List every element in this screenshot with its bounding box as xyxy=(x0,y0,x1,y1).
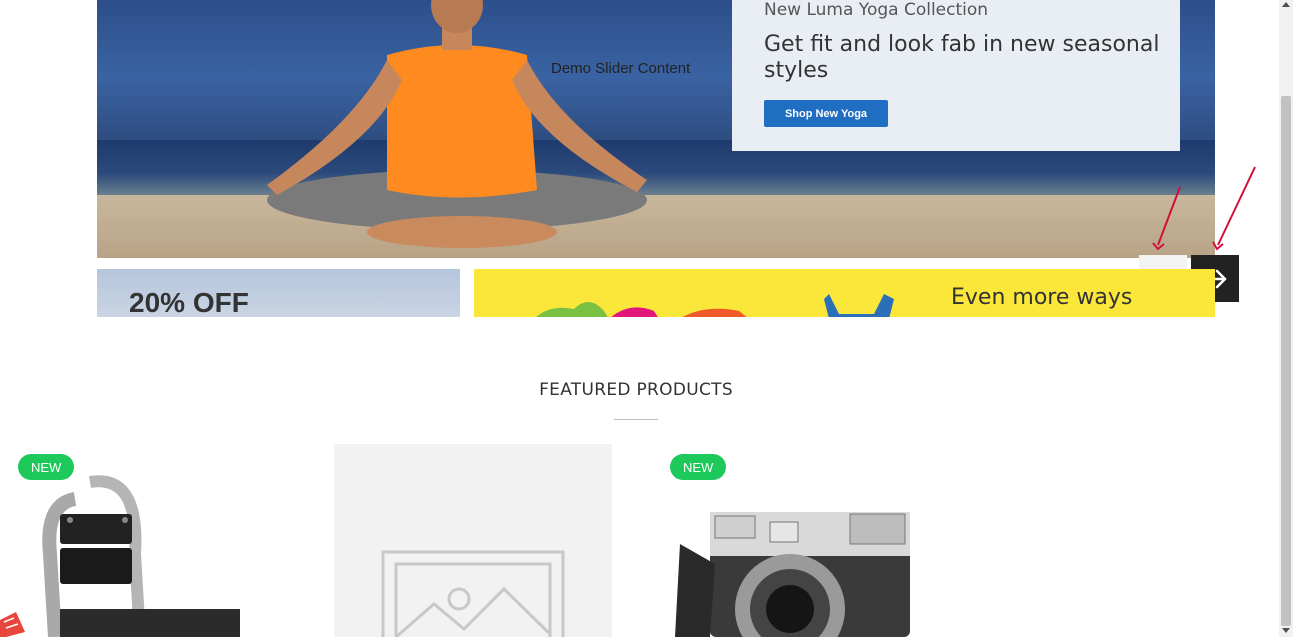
yoga-woman-image xyxy=(267,0,647,248)
scrollbar-thumb[interactable] xyxy=(1281,96,1291,626)
placeholder-image-icon xyxy=(381,550,565,637)
banner-even-more-ways[interactable]: Even more ways xyxy=(474,269,1215,317)
tees-illustration xyxy=(536,294,894,317)
page: Demo Slider Content New Luma Yoga Collec… xyxy=(0,0,1279,637)
browser-extension-icon[interactable] xyxy=(0,612,25,637)
scroll-up-arrow-icon[interactable] xyxy=(1282,2,1290,7)
section-divider xyxy=(614,419,658,420)
scroll-down-arrow-icon[interactable] xyxy=(1282,628,1290,633)
promo-title: Get fit and look fab in new seasonal sty… xyxy=(764,32,1160,83)
shop-new-yoga-button[interactable]: Shop New Yoga xyxy=(764,100,888,127)
banner-20-off[interactable]: 20% OFF xyxy=(97,269,460,317)
promo-box: New Luma Yoga Collection Get fit and loo… xyxy=(732,0,1180,151)
banner-right-text: Even more ways xyxy=(951,285,1133,310)
new-badge: NEW xyxy=(18,454,75,480)
promo-subtitle: New Luma Yoga Collection xyxy=(764,0,989,20)
demo-slider-text: Demo Slider Content xyxy=(551,60,691,77)
featured-products-title: FEATURED PRODUCTS xyxy=(539,380,733,400)
hero-slider[interactable]: Demo Slider Content New Luma Yoga Collec… xyxy=(97,0,1215,258)
product-card[interactable] xyxy=(334,444,612,637)
vertical-scrollbar[interactable] xyxy=(1279,0,1293,637)
banner-left-text: 20% OFF xyxy=(129,287,249,317)
new-badge: NEW xyxy=(670,454,727,480)
